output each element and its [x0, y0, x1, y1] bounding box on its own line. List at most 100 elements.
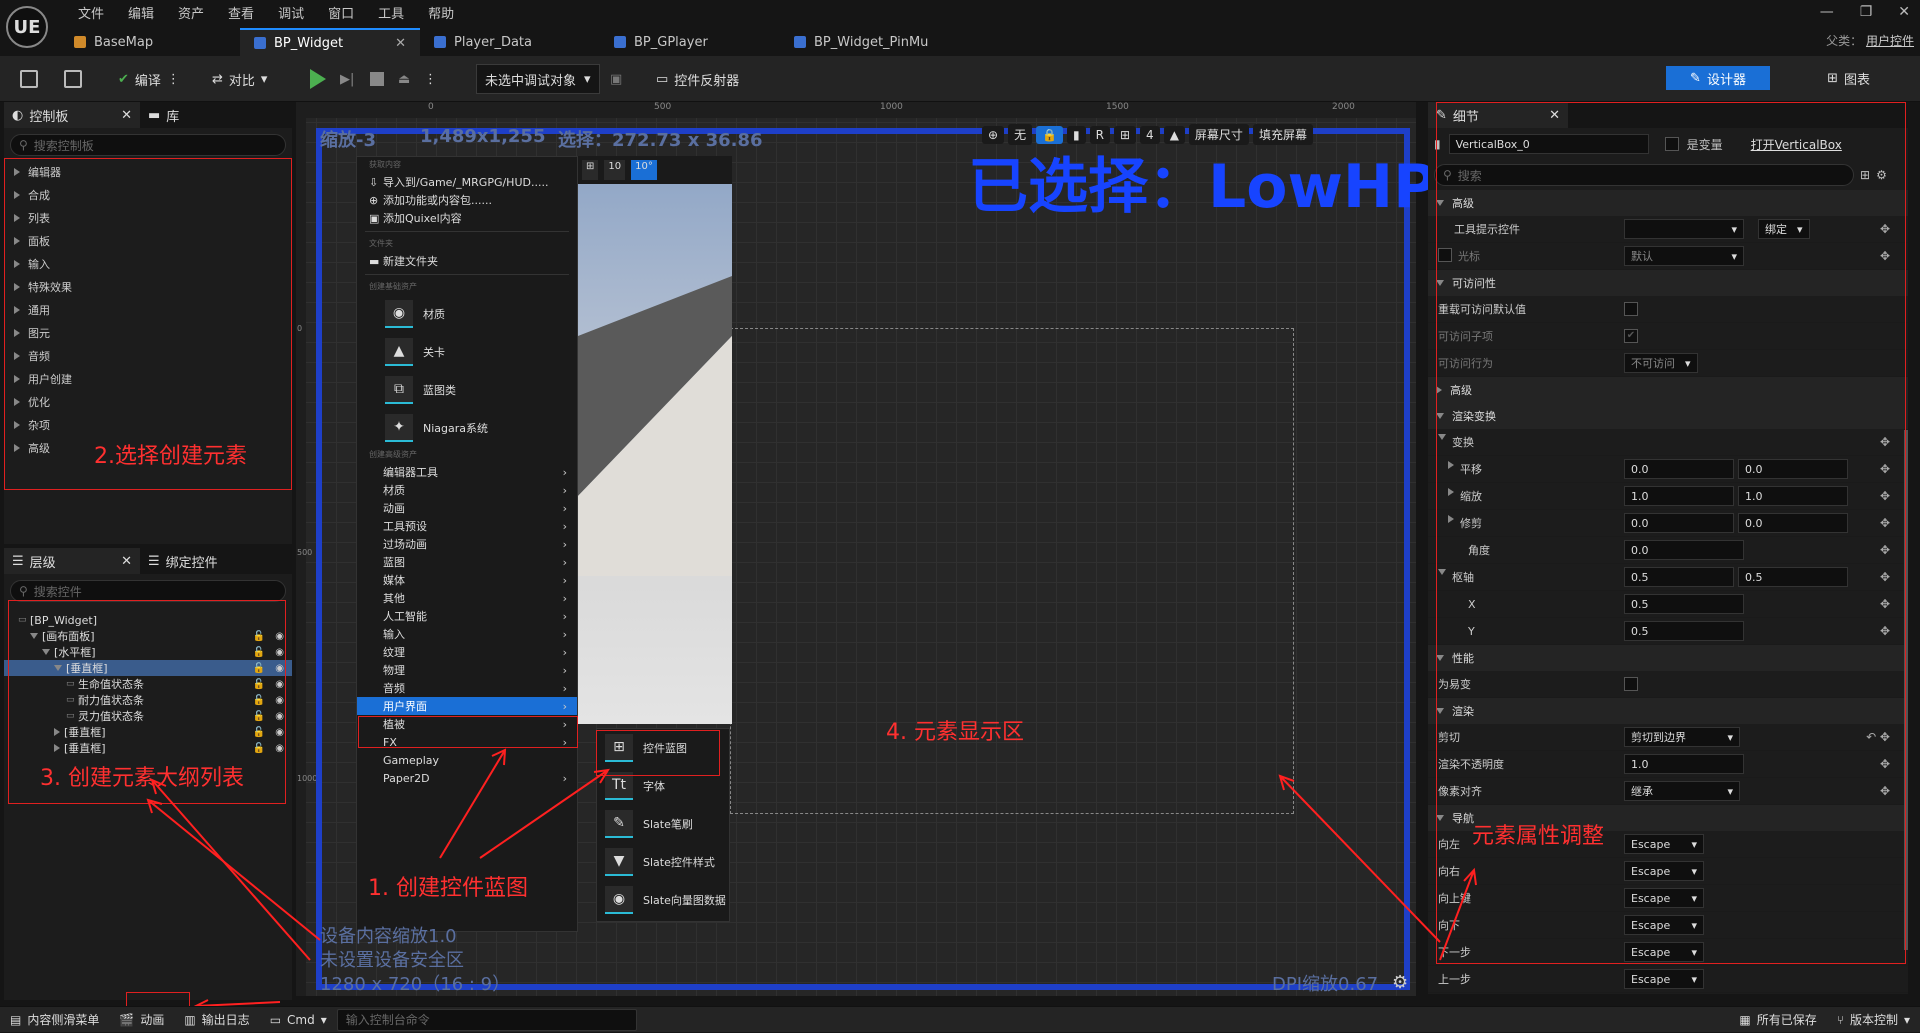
pivot-x-input[interactable]: 0.5: [1624, 567, 1734, 587]
hierarchy-search-input[interactable]: ⚲ 搜索控件: [10, 580, 286, 602]
debug-target-select[interactable]: 未选中调试对象 ▾: [476, 64, 600, 94]
navigation-select[interactable]: Escape ▾: [1624, 861, 1704, 881]
eye-icon[interactable]: ◉: [275, 743, 284, 754]
menu-advanced-item[interactable]: 物理 ›: [357, 661, 577, 679]
palette-category[interactable]: 面板: [4, 229, 292, 252]
reset-icon[interactable]: ✥: [1880, 222, 1890, 236]
scene-angle-snap[interactable]: 10°: [631, 160, 657, 180]
hierarchy-row[interactable]: ▭ 耐力值状态条 🔓 ◉: [4, 692, 292, 708]
hierarchy-row[interactable]: [水平框] 🔓 ◉: [4, 644, 292, 660]
navigation-select[interactable]: Escape ▾: [1624, 888, 1704, 908]
lock-icon[interactable]: 🔓: [253, 711, 265, 722]
palette-category[interactable]: 通用: [4, 298, 292, 321]
expand-icon[interactable]: [30, 633, 38, 639]
palette-category[interactable]: 列表: [4, 206, 292, 229]
submenu-item[interactable]: Tt 字体: [597, 767, 729, 805]
palette-category[interactable]: 编辑器: [4, 160, 292, 183]
section-advanced-2[interactable]: 高级: [1428, 377, 1908, 403]
palette-category[interactable]: 音频: [4, 344, 292, 367]
lock-icon[interactable]: 🔓: [253, 695, 265, 706]
scale-y-input[interactable]: 1.0: [1738, 486, 1848, 506]
eye-icon[interactable]: ◉: [275, 663, 284, 674]
tab-bp-gplayer[interactable]: BP_GPlayer: [600, 28, 780, 56]
pivot-y-input[interactable]: 0.5: [1738, 567, 1848, 587]
palette-category[interactable]: 特殊效果: [4, 275, 292, 298]
settings-gear-icon[interactable]: ⚙: [1392, 972, 1408, 993]
cmd-select[interactable]: ▭ Cmd ▾: [260, 1007, 337, 1033]
menu-import[interactable]: ⇩ 导入到/Game/_MRGPG/HUD.....: [357, 173, 577, 191]
menu-add-quixel[interactable]: ▣ 添加Quixel内容: [357, 209, 577, 227]
details-search-input[interactable]: ⚲ 搜索: [1434, 164, 1854, 186]
scene-grid-size[interactable]: 10: [604, 160, 626, 180]
tab-hierarchy[interactable]: ☰ 层级 ✕: [4, 548, 140, 574]
lock-icon[interactable]: 🔓: [253, 647, 265, 658]
hierarchy-row[interactable]: [画布面板] 🔓 ◉: [4, 628, 292, 644]
menu-tools[interactable]: 工具: [366, 3, 416, 22]
expand-icon[interactable]: [42, 649, 50, 655]
hierarchy-row[interactable]: ▭ 生命值状态条 🔓 ◉: [4, 676, 292, 692]
close-icon[interactable]: ✕: [121, 108, 132, 123]
eye-icon[interactable]: ◉: [275, 647, 284, 658]
navigation-select[interactable]: Escape ▾: [1624, 969, 1704, 989]
reset-icon[interactable]: ✥: [1880, 249, 1890, 263]
menu-advanced-item[interactable]: 用户界面 ›: [357, 697, 577, 715]
submenu-item[interactable]: ✎ Slate笔刷: [597, 805, 729, 843]
menu-advanced-item[interactable]: 材质 ›: [357, 481, 577, 499]
menu-advanced-item[interactable]: 纹理 ›: [357, 643, 577, 661]
menu-material[interactable]: ◉ 材质: [357, 295, 577, 333]
eye-icon[interactable]: ◉: [275, 695, 284, 706]
tooltip-widget-select[interactable]: ▾: [1624, 219, 1744, 239]
eye-icon[interactable]: ◉: [275, 631, 284, 642]
navigation-select[interactable]: Escape ▾: [1624, 834, 1704, 854]
lock-icon[interactable]: 🔓: [253, 743, 265, 754]
menu-add-feature[interactable]: ⊕ 添加功能或内容包......: [357, 191, 577, 209]
palette-category[interactable]: 图元: [4, 321, 292, 344]
menu-advanced-item[interactable]: 植被 ›: [357, 715, 577, 733]
tab-palette[interactable]: ◐ 控制板 ✕: [4, 102, 140, 128]
pivot-y-value-input[interactable]: 0.5: [1624, 621, 1744, 641]
translation-x-input[interactable]: 0.0: [1624, 459, 1734, 479]
pivot-x-value-input[interactable]: 0.5: [1624, 594, 1744, 614]
lock-icon[interactable]: 🔓: [253, 727, 265, 738]
eye-icon[interactable]: ◉: [275, 727, 284, 738]
menu-level[interactable]: ▲ 关卡: [357, 333, 577, 371]
minimize-icon[interactable]: —: [1820, 4, 1834, 20]
stop-button[interactable]: [364, 64, 390, 94]
reset-icon[interactable]: ✥: [1880, 757, 1890, 771]
menu-debug[interactable]: 调试: [266, 3, 316, 22]
widget-name-input[interactable]: VerticalBox_0: [1448, 134, 1649, 154]
menu-advanced-item[interactable]: 输入 ›: [357, 625, 577, 643]
cursor-checkbox[interactable]: [1438, 248, 1452, 262]
palette-category[interactable]: 优化: [4, 390, 292, 413]
menu-advanced-item[interactable]: Paper2D ›: [357, 769, 577, 787]
close-tab-icon[interactable]: ✕: [395, 36, 406, 51]
hierarchy-row[interactable]: ▭ [BP_Widget]: [4, 612, 292, 628]
hierarchy-row[interactable]: ▭ 灵力值状态条 🔓 ◉: [4, 708, 292, 724]
parent-class-link[interactable]: 用户控件: [1866, 34, 1914, 48]
reset-icon[interactable]: ✥: [1880, 597, 1890, 611]
reset-icon[interactable]: ✥: [1880, 624, 1890, 638]
menu-help[interactable]: 帮助: [416, 3, 466, 22]
menu-advanced-item[interactable]: 人工智能 ›: [357, 607, 577, 625]
palette-category[interactable]: 用户创建: [4, 367, 292, 390]
table-view-icon[interactable]: ⊞: [1860, 168, 1870, 182]
override-access-checkbox[interactable]: [1624, 302, 1638, 316]
expand-icon[interactable]: [1448, 488, 1454, 496]
reset-icon[interactable]: ✥: [1880, 516, 1890, 530]
section-rendering[interactable]: 渲染: [1428, 698, 1908, 724]
expand-icon[interactable]: [54, 665, 62, 671]
cursor-select[interactable]: 默认 ▾: [1624, 246, 1744, 266]
graph-button[interactable]: ⊞ 图表: [1827, 66, 1870, 90]
navigation-select[interactable]: Escape ▾: [1624, 915, 1704, 935]
menu-asset[interactable]: 资产: [166, 3, 216, 22]
palette-category[interactable]: 杂项: [4, 413, 292, 436]
tab-bind-widgets[interactable]: ☰ 绑定控件: [140, 548, 226, 574]
reset-icon[interactable]: ✥: [1880, 784, 1890, 798]
expand-icon[interactable]: [1438, 434, 1446, 440]
menu-advanced-item[interactable]: FX ›: [357, 733, 577, 751]
translation-y-input[interactable]: 0.0: [1738, 459, 1848, 479]
menu-advanced-item[interactable]: 蓝图 ›: [357, 553, 577, 571]
section-advanced[interactable]: 高级: [1428, 190, 1908, 216]
expand-icon[interactable]: [54, 728, 60, 736]
bind-select[interactable]: 绑定 ▾: [1758, 219, 1810, 239]
